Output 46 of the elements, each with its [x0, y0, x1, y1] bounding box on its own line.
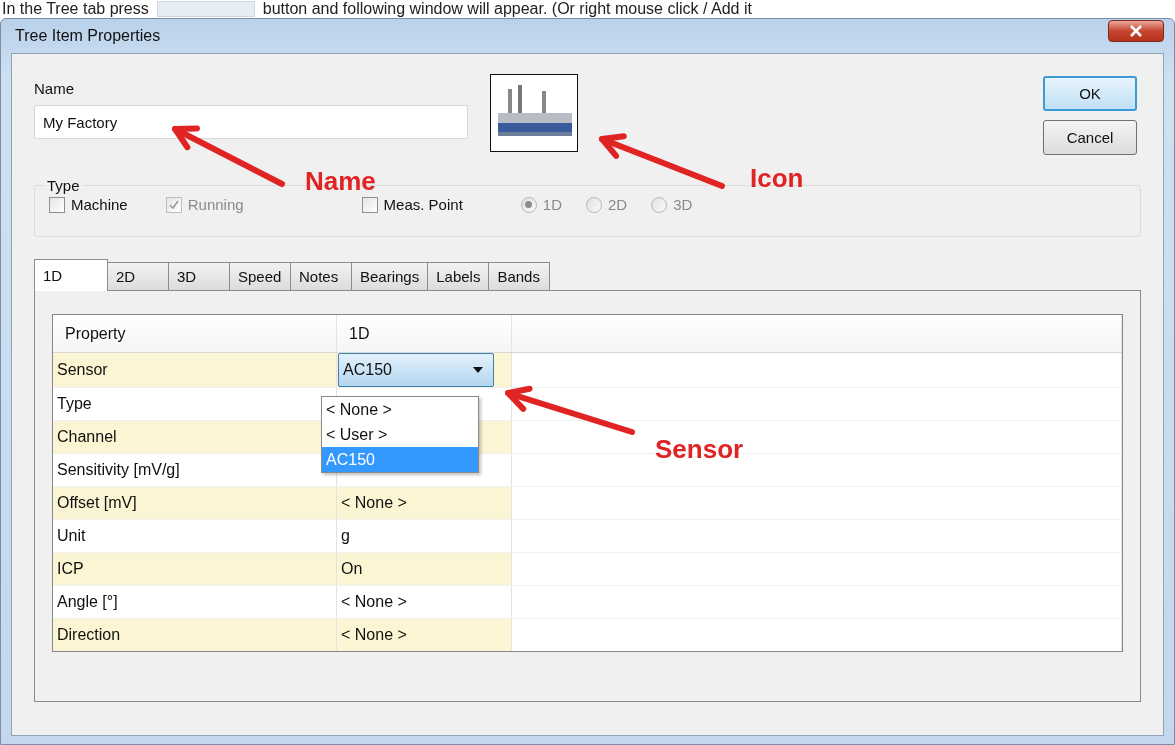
- instruction-text: In the Tree tab press: [2, 0, 149, 18]
- tab[interactable]: Notes: [290, 262, 352, 290]
- tab[interactable]: Speed: [229, 262, 291, 290]
- checkbox-label: Meas. Point: [383, 196, 463, 213]
- tab[interactable]: Bearings: [351, 262, 429, 290]
- radio-label: 1D: [542, 196, 562, 213]
- name-field[interactable]: My Factory: [34, 105, 468, 139]
- property-cell: Sensor: [53, 352, 337, 388]
- sensor-dropdown[interactable]: AC150: [338, 353, 494, 387]
- value-cell: < None >: [336, 585, 512, 619]
- value-cell: < None >: [336, 618, 512, 651]
- name-label: Name: [34, 80, 75, 97]
- tab[interactable]: 1D: [34, 259, 108, 291]
- dropdown-item[interactable]: < None >: [322, 397, 478, 422]
- close-button[interactable]: [1108, 20, 1164, 42]
- checkbox-label: Machine: [71, 196, 128, 213]
- radio-label: 2D: [608, 196, 628, 213]
- value-cell: g: [336, 519, 512, 553]
- annotation-label: Icon: [750, 163, 804, 194]
- property-cell: Unit: [53, 519, 337, 553]
- ok-button[interactable]: OK: [1043, 76, 1137, 111]
- property-cell: Direction: [53, 618, 337, 651]
- tab[interactable]: Bands: [488, 262, 551, 290]
- annotation-label: Sensor: [655, 434, 744, 465]
- checkbox[interactable]: [361, 196, 378, 213]
- cancel-button[interactable]: Cancel: [1043, 120, 1137, 155]
- property-cell: ICP: [53, 552, 337, 586]
- value-cell: < None >: [336, 486, 512, 520]
- column-header: 1D: [336, 315, 512, 353]
- checkbox-label: Running: [187, 196, 244, 213]
- value-cell: On: [336, 552, 512, 586]
- radio-label: 3D: [673, 196, 693, 213]
- caret-icon: [473, 367, 483, 373]
- factory-icon[interactable]: [490, 74, 578, 152]
- property-cell: Angle [°]: [53, 585, 337, 619]
- checkbox[interactable]: [49, 196, 65, 213]
- instruction-text: button and following window will appear. (Or right mouse click / Add it: [262, 0, 752, 18]
- tab[interactable]: 3D: [168, 262, 230, 290]
- property-cell: Offset [mV]: [53, 486, 337, 520]
- type-label: Type: [46, 177, 81, 194]
- close-icon: [1129, 25, 1143, 37]
- tab[interactable]: Labels: [427, 262, 490, 290]
- column-header: Property: [53, 315, 337, 353]
- window-title: Tree Item Properties: [14, 27, 161, 45]
- annotation-label: Name: [305, 166, 376, 197]
- tab[interactable]: 2D: [107, 262, 169, 290]
